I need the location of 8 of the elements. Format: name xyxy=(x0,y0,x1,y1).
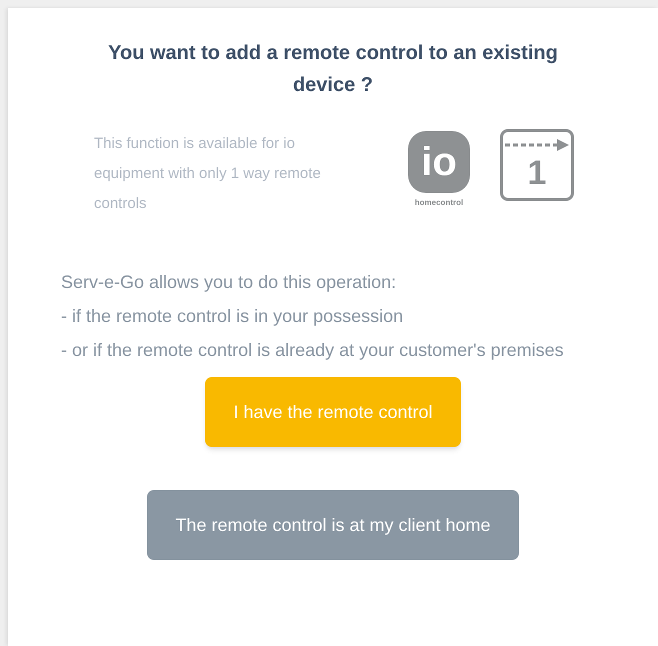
info-text: This function is available for io equipment with only 1 way remote controls xyxy=(94,134,322,214)
one-way-remote-icon: 1 xyxy=(500,129,574,201)
description-line: - if the remote control is in your possession xyxy=(61,305,404,328)
action-button[interactable]: I have the remote control xyxy=(205,377,461,447)
description-line: - or if the remote control is already at your customer's premises xyxy=(61,339,565,362)
dialog-title: You want to add a remote control to an existing device ? xyxy=(107,41,559,98)
action-button[interactable]: The remote control is at my client home xyxy=(147,490,519,560)
description-line: Serv-e-Go allows you to do this operation: xyxy=(61,271,398,294)
